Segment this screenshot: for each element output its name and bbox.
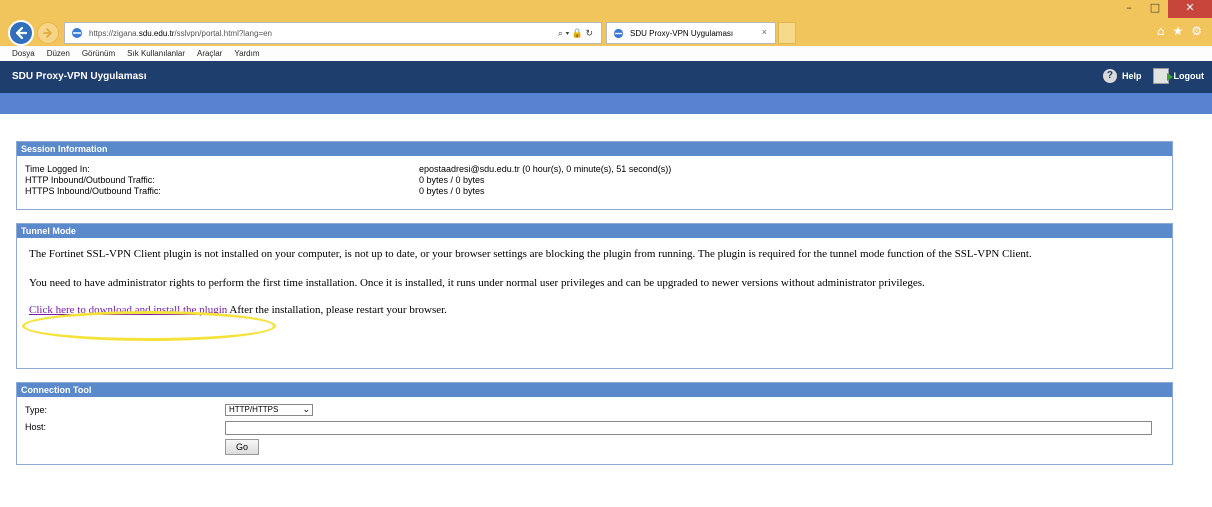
menu-dosya[interactable]: Dosya (12, 49, 35, 58)
url-path: /sslvpn/portal.html?lang=en (174, 28, 273, 38)
type-select[interactable]: HTTP/HTTPS ⌄ (225, 404, 313, 416)
chevron-down-icon: ⌄ (302, 404, 310, 414)
home-icon[interactable]: ⌂ (1157, 24, 1165, 38)
session-info-panel: Session Information Time Logged In: epos… (16, 141, 1173, 210)
tunnel-mode-panel: Tunnel Mode The Fortinet SSL-VPN Client … (16, 223, 1173, 369)
forward-button[interactable] (37, 22, 59, 44)
menu-gorunum[interactable]: Görünüm (82, 49, 115, 58)
highlight-ellipse (22, 311, 276, 341)
session-row-label: HTTP Inbound/Outbound Traffic: (25, 175, 155, 185)
browser-right-icons: ⌂ ★ ⚙ (1157, 24, 1202, 38)
app-title: SDU Proxy-VPN Uygulaması (12, 71, 147, 82)
session-row: Time Logged In: epostaadresi@sdu.edu.tr … (17, 164, 1172, 175)
admin-rights-text: You need to have administrator rights to… (29, 277, 925, 289)
address-tools[interactable]: ⌕ ▾ 🔒 ↻ (558, 28, 593, 39)
menu-duzen[interactable]: Düzen (47, 49, 70, 58)
window-controls: – □ ✕ (1116, 0, 1212, 18)
menu-yardim[interactable]: Yardım (234, 49, 259, 58)
session-row-value: 0 bytes / 0 bytes (419, 175, 485, 185)
app-header: SDU Proxy-VPN Uygulaması ? Help Logout (0, 61, 1212, 93)
header-links: ? Help Logout (1102, 68, 1205, 84)
logout-link[interactable]: Logout (1174, 71, 1205, 81)
menu-araclar[interactable]: Araçlar (197, 49, 222, 58)
address-bar[interactable]: https://zigana.sdu.edu.tr/sslvpn/portal.… (64, 22, 602, 44)
new-tab-button[interactable] (778, 22, 796, 44)
ie-page-icon (72, 28, 82, 38)
plugin-warning-text: The Fortinet SSL-VPN Client plugin is no… (29, 248, 1032, 260)
session-row-label: Time Logged In: (25, 164, 90, 174)
tunnel-body: The Fortinet SSL-VPN Client plugin is no… (17, 238, 1172, 317)
url-text[interactable]: https://zigana.sdu.edu.tr/sslvpn/portal.… (89, 29, 272, 38)
menu-sik-kullanilanlar[interactable]: Sık Kullanılanlar (127, 49, 185, 58)
app-subbar (0, 93, 1212, 114)
tunnel-mode-heading: Tunnel Mode (17, 224, 1172, 238)
session-row-value: epostaadresi@sdu.edu.tr (0 hour(s), 0 mi… (419, 164, 672, 174)
go-button[interactable]: Go (225, 439, 259, 455)
logout-icon[interactable] (1152, 68, 1173, 84)
session-row: HTTPS Inbound/Outbound Traffic: 0 bytes … (17, 186, 1172, 197)
maximize-button[interactable]: □ (1142, 0, 1168, 18)
close-window-button[interactable]: ✕ (1168, 0, 1212, 18)
connection-tool-heading: Connection Tool (17, 383, 1172, 397)
arrow-left-icon (15, 26, 28, 40)
host-label: Host: (25, 422, 47, 432)
type-label: Type: (25, 405, 48, 415)
tab-title: SDU Proxy-VPN Uygulaması (630, 28, 734, 38)
tab-close-icon[interactable]: × (762, 27, 767, 37)
type-select-value: HTTP/HTTPS (229, 405, 279, 414)
arrow-right-icon (43, 28, 53, 38)
help-link[interactable]: Help (1122, 71, 1142, 81)
session-row-label: HTTPS Inbound/Outbound Traffic: (25, 186, 161, 196)
host-input[interactable] (225, 421, 1152, 435)
session-row: HTTP Inbound/Outbound Traffic: 0 bytes /… (17, 175, 1172, 186)
connection-tool-panel: Connection Tool Type: HTTP/HTTPS ⌄ Host:… (16, 382, 1173, 465)
url-domain: sdu.edu.tr (138, 28, 175, 38)
help-icon[interactable]: ? (1102, 69, 1117, 83)
url-prefix: https://zigana. (89, 28, 139, 38)
browser-tab[interactable]: SDU Proxy-VPN Uygulaması × (606, 22, 776, 44)
session-row-value: 0 bytes / 0 bytes (419, 186, 485, 196)
favorites-star-icon[interactable]: ★ (1172, 24, 1183, 38)
session-info-heading: Session Information (17, 142, 1172, 156)
tab-page-icon (613, 28, 624, 38)
settings-gear-icon[interactable]: ⚙ (1191, 24, 1202, 38)
minimize-button[interactable]: – (1116, 0, 1142, 18)
back-button[interactable] (8, 20, 34, 46)
browser-menubar: Dosya Düzen Görünüm Sık Kullanılanlar Ar… (0, 46, 1212, 61)
restart-note: After the installation, please restart y… (227, 304, 447, 316)
browser-titlebar: – □ ✕ https://zigana.sdu.edu.tr/sslvpn/p… (0, 0, 1212, 46)
